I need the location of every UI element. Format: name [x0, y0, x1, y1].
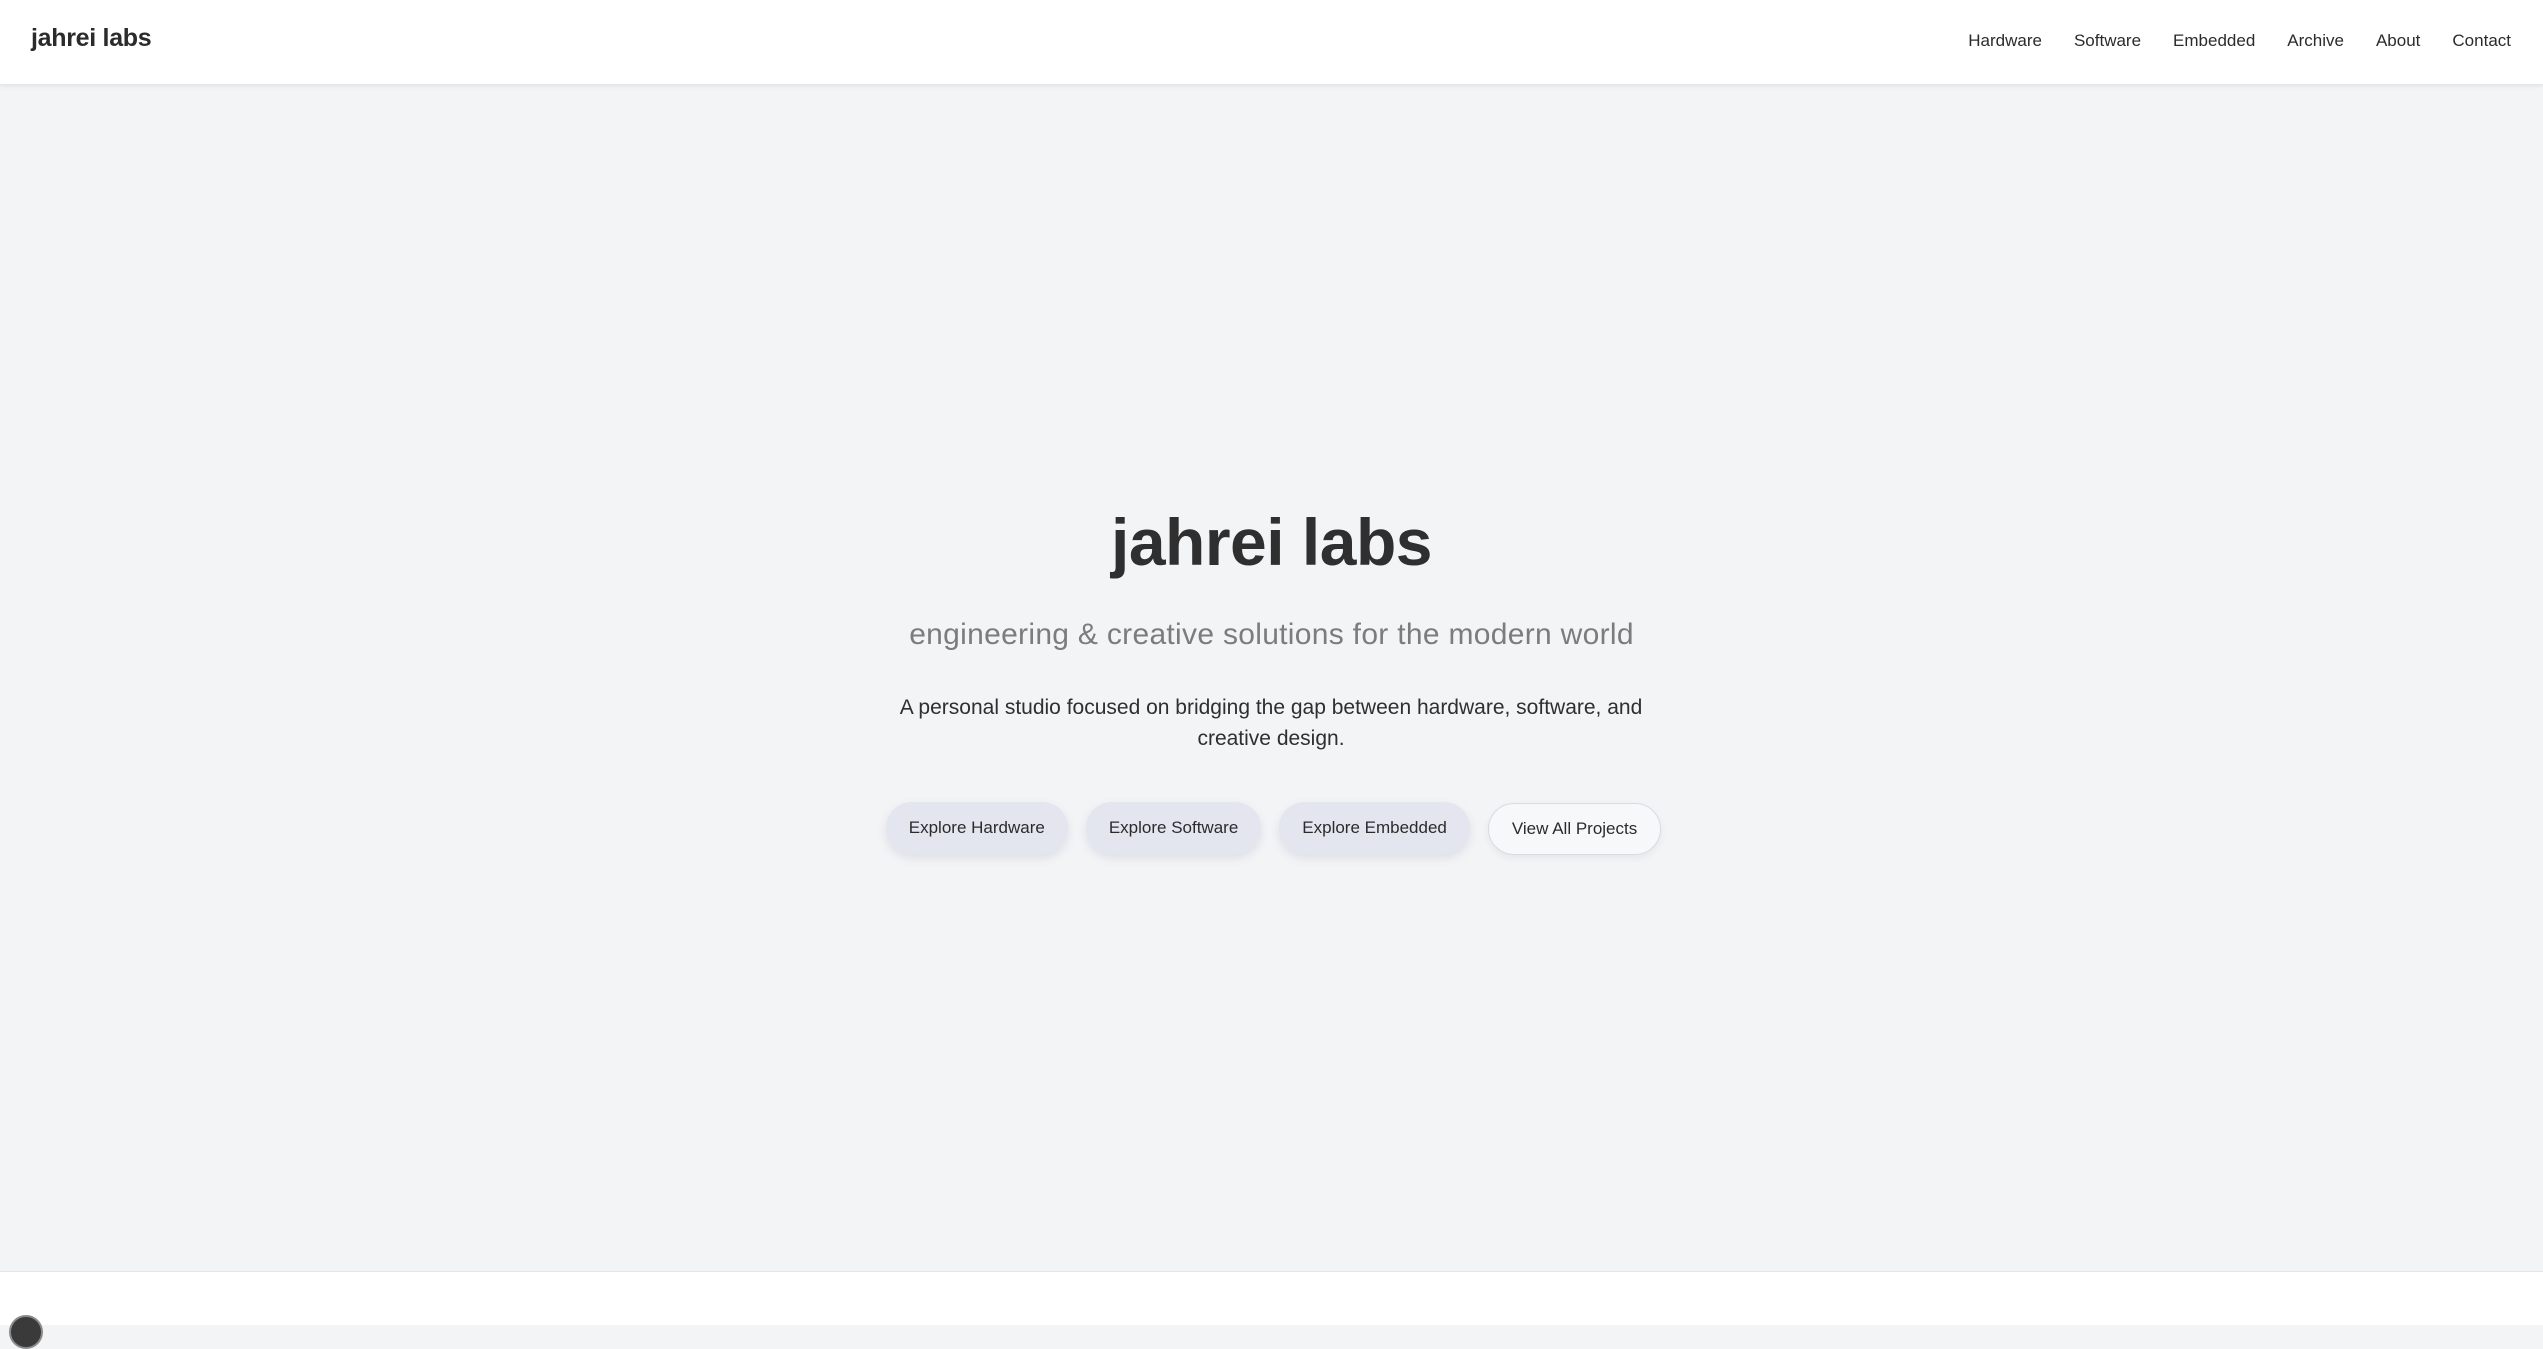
- explore-software-button[interactable]: Explore Software: [1085, 802, 1262, 854]
- view-all-projects-button[interactable]: View All Projects: [1487, 803, 1662, 855]
- nav-link-hardware[interactable]: Hardware: [1968, 31, 2042, 51]
- footer: [0, 1272, 2543, 1349]
- hero-description: A personal studio focused on bridging th…: [899, 696, 1643, 750]
- github-icon[interactable]: [9, 1315, 43, 1349]
- top-navbar: jahrei labs Hardware Software Embedded A…: [0, 0, 2543, 85]
- nav-link-embedded[interactable]: Embedded: [2173, 31, 2255, 51]
- explore-hardware-button[interactable]: Explore Hardware: [885, 802, 1068, 854]
- hero-actions: Explore Hardware Explore Software Explor…: [0, 802, 2543, 855]
- brand-logo-link[interactable]: jahrei labs: [31, 24, 152, 53]
- hero-subtitle: engineering & creative solutions for the…: [909, 618, 1634, 651]
- nav-link-software[interactable]: Software: [2074, 31, 2141, 51]
- nav-link-about[interactable]: About: [2376, 31, 2420, 51]
- hero-title: jahrei labs: [1111, 505, 1433, 579]
- hero-section: jahrei labs engineering & creative solut…: [0, 86, 2543, 1271]
- nav-link-contact[interactable]: Contact: [2452, 31, 2511, 51]
- nav-links: Hardware Software Embedded Archive About…: [1968, 31, 2511, 51]
- explore-embedded-button[interactable]: Explore Embedded: [1279, 802, 1470, 854]
- nav-link-archive[interactable]: Archive: [2287, 31, 2344, 51]
